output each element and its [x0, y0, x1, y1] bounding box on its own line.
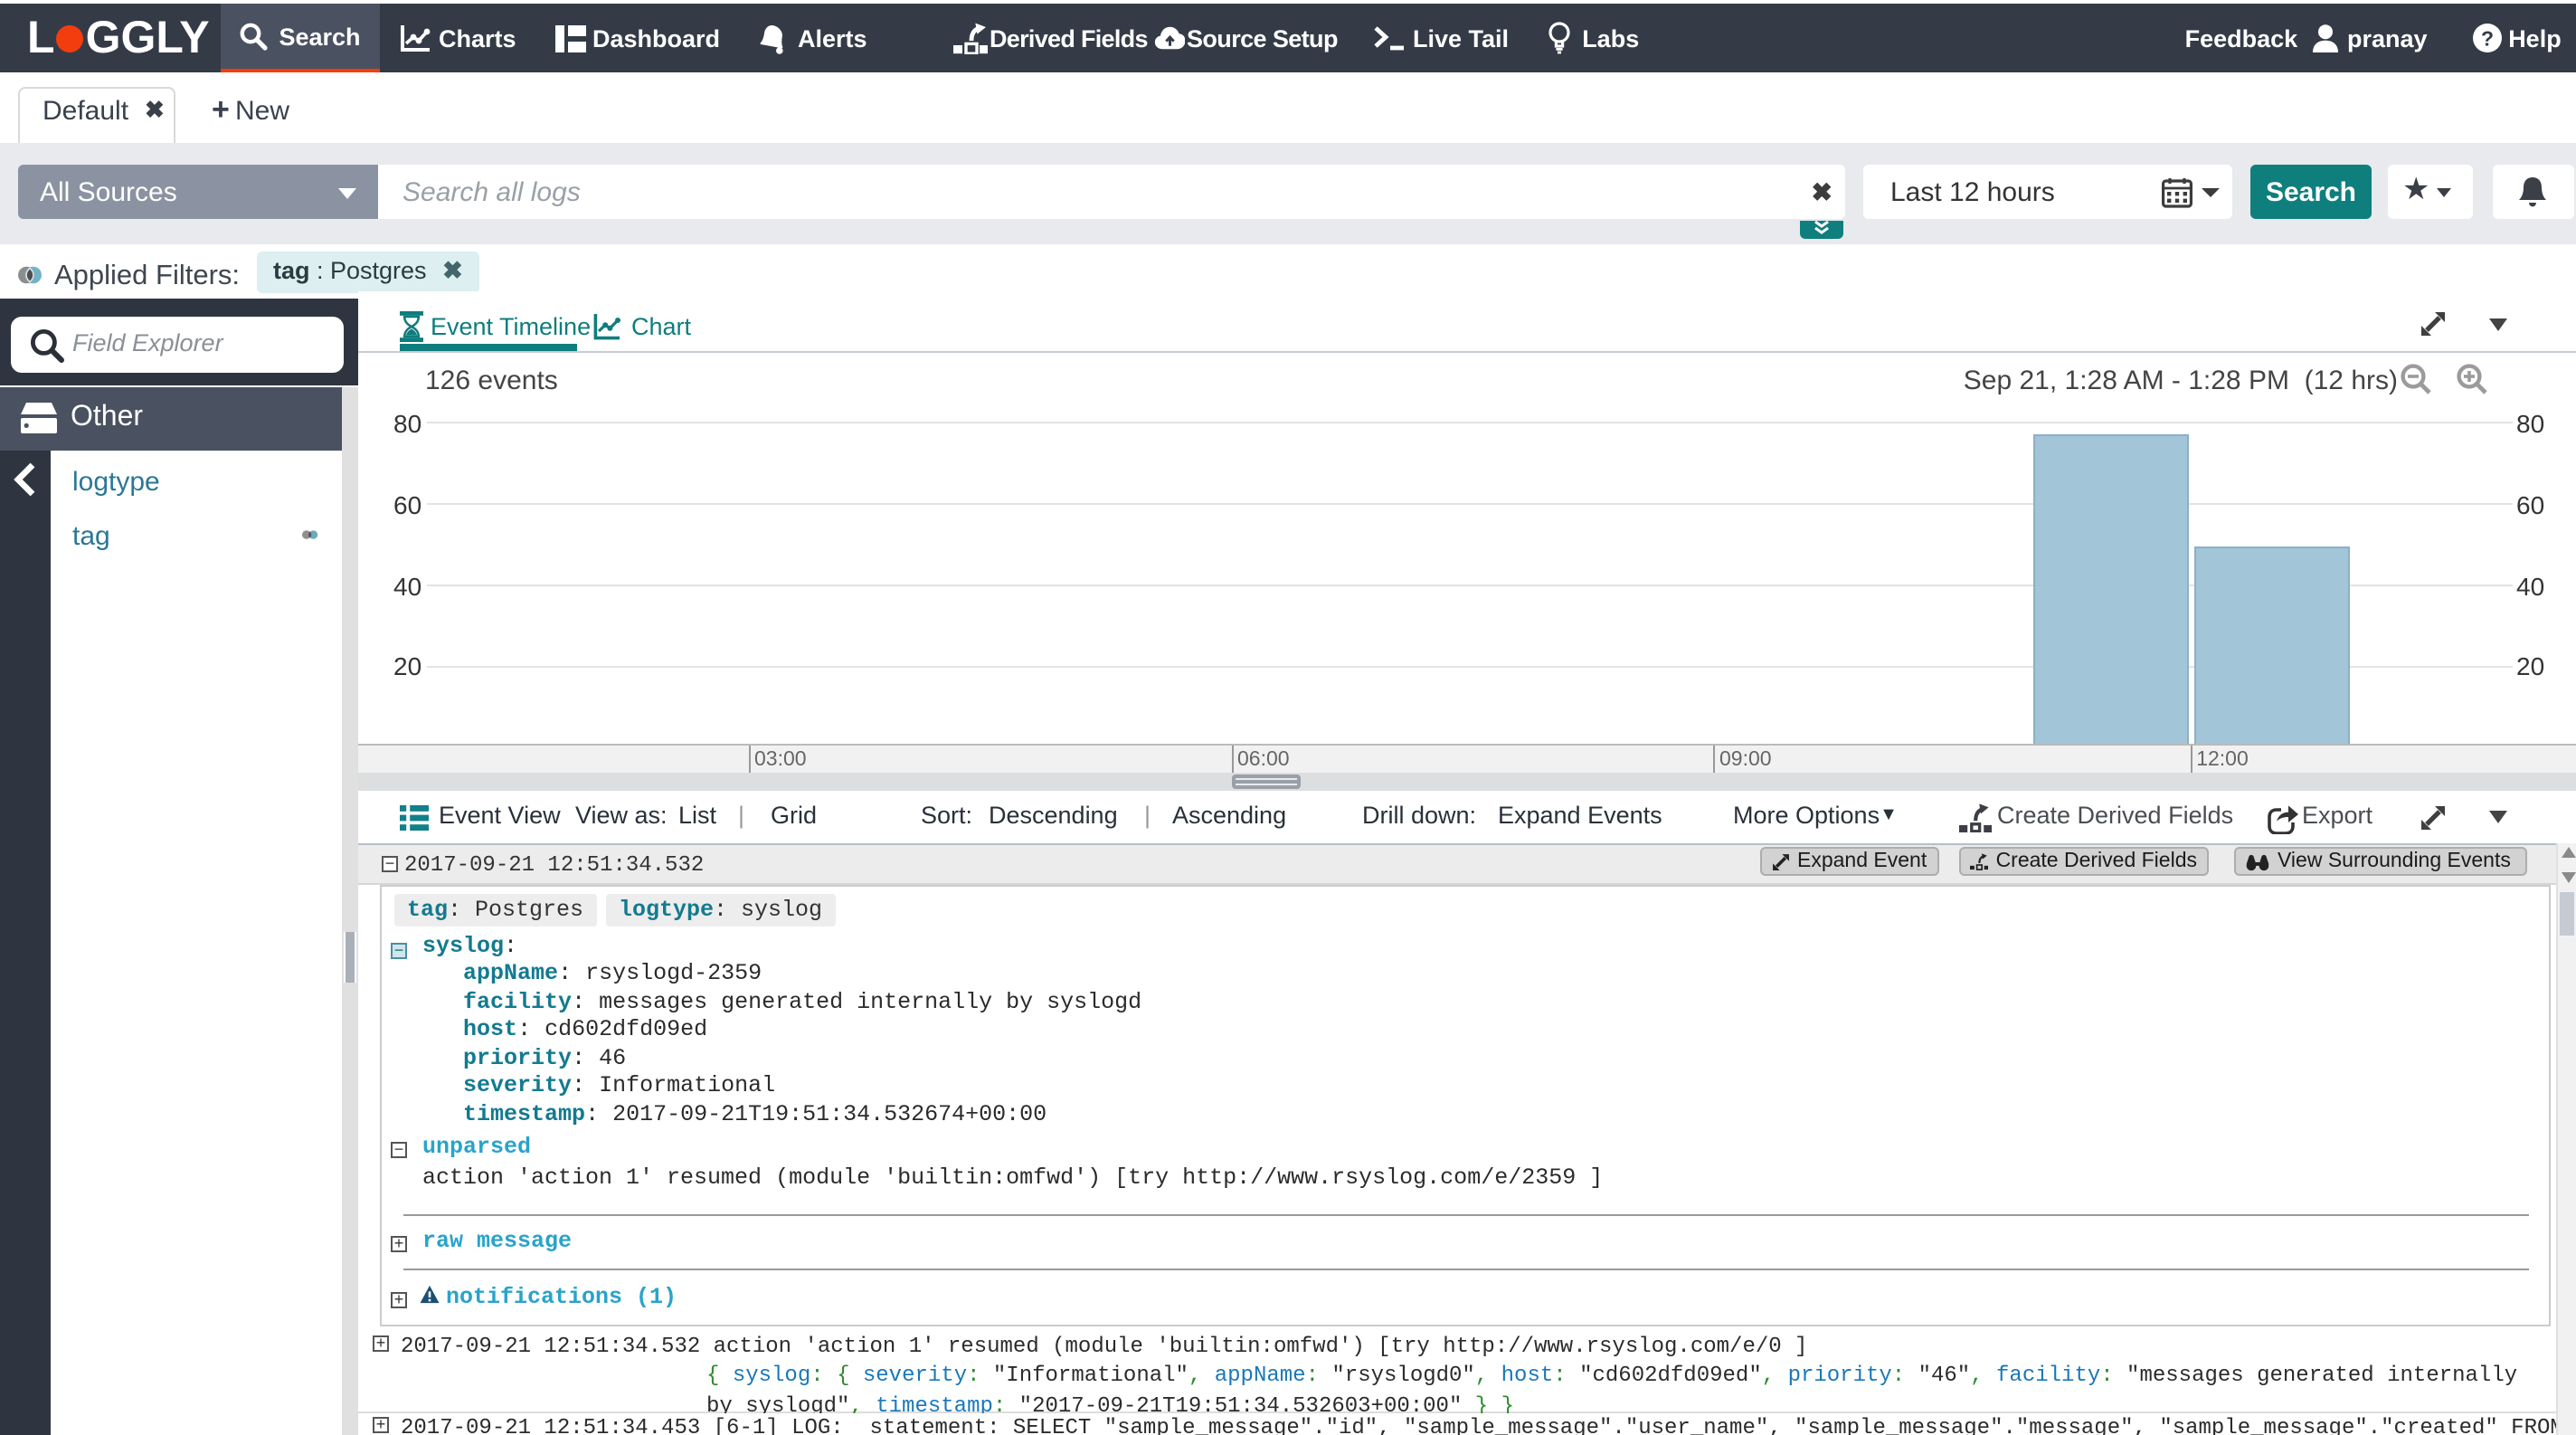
svg-text:?: ?: [2480, 26, 2493, 50]
